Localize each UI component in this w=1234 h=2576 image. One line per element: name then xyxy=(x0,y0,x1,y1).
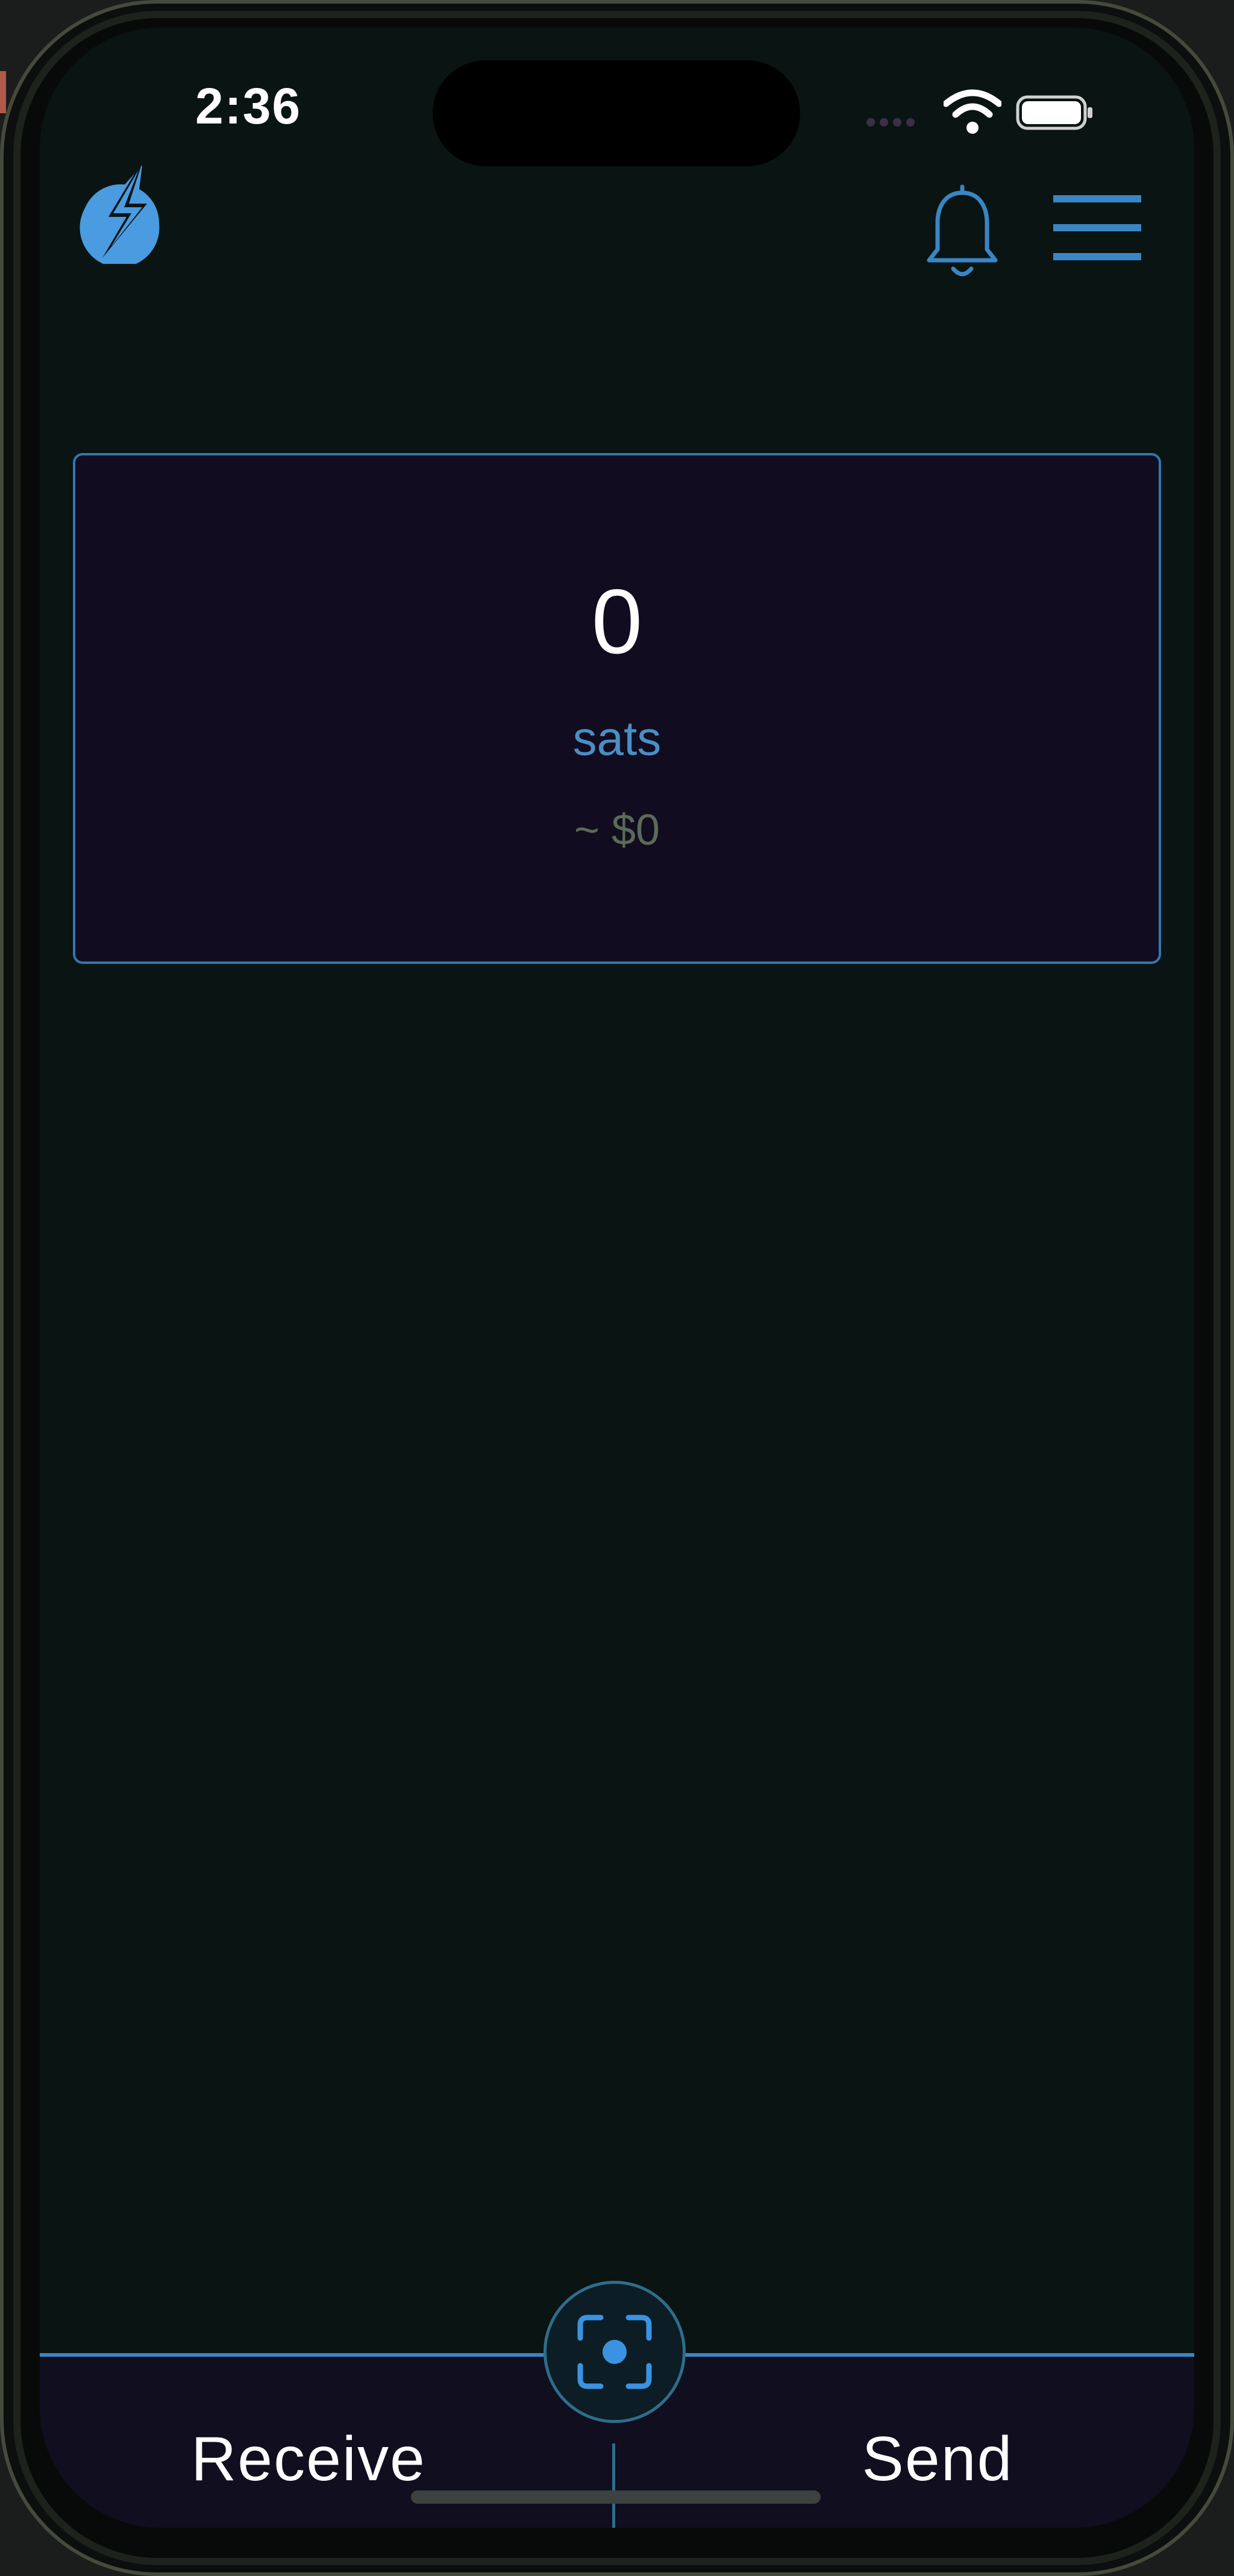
balance-amount: 0 xyxy=(591,571,643,673)
bottom-bar-divider xyxy=(612,2443,615,2528)
dynamic-island xyxy=(433,60,800,166)
home-indicator[interactable] xyxy=(411,2490,821,2504)
balance-card[interactable]: 0 sats ~ $0 xyxy=(73,453,1161,964)
page: 2:36 0 sats ~ $0 Receive Send xyxy=(0,0,1234,2576)
balance-fiat-value: ~ $0 xyxy=(574,806,660,854)
send-button[interactable]: Send xyxy=(787,2417,1088,2501)
scan-button[interactable] xyxy=(543,2281,686,2423)
balance-unit: sats xyxy=(572,711,662,765)
receive-button[interactable]: Receive xyxy=(158,2417,459,2501)
hamburger-menu-icon[interactable] xyxy=(1052,189,1142,266)
app-screen: 2:36 0 sats ~ $0 Receive Send xyxy=(40,28,1194,2528)
status-time: 2:36 xyxy=(195,78,302,134)
scan-icon xyxy=(577,2315,652,2389)
wifi-icon xyxy=(944,89,1001,134)
edge-artifact xyxy=(0,71,6,113)
notification-bell-icon[interactable] xyxy=(923,184,1001,287)
lightning-logo-icon[interactable] xyxy=(71,154,169,264)
battery-icon xyxy=(1016,95,1092,130)
cellular-signal-icon xyxy=(866,118,915,127)
